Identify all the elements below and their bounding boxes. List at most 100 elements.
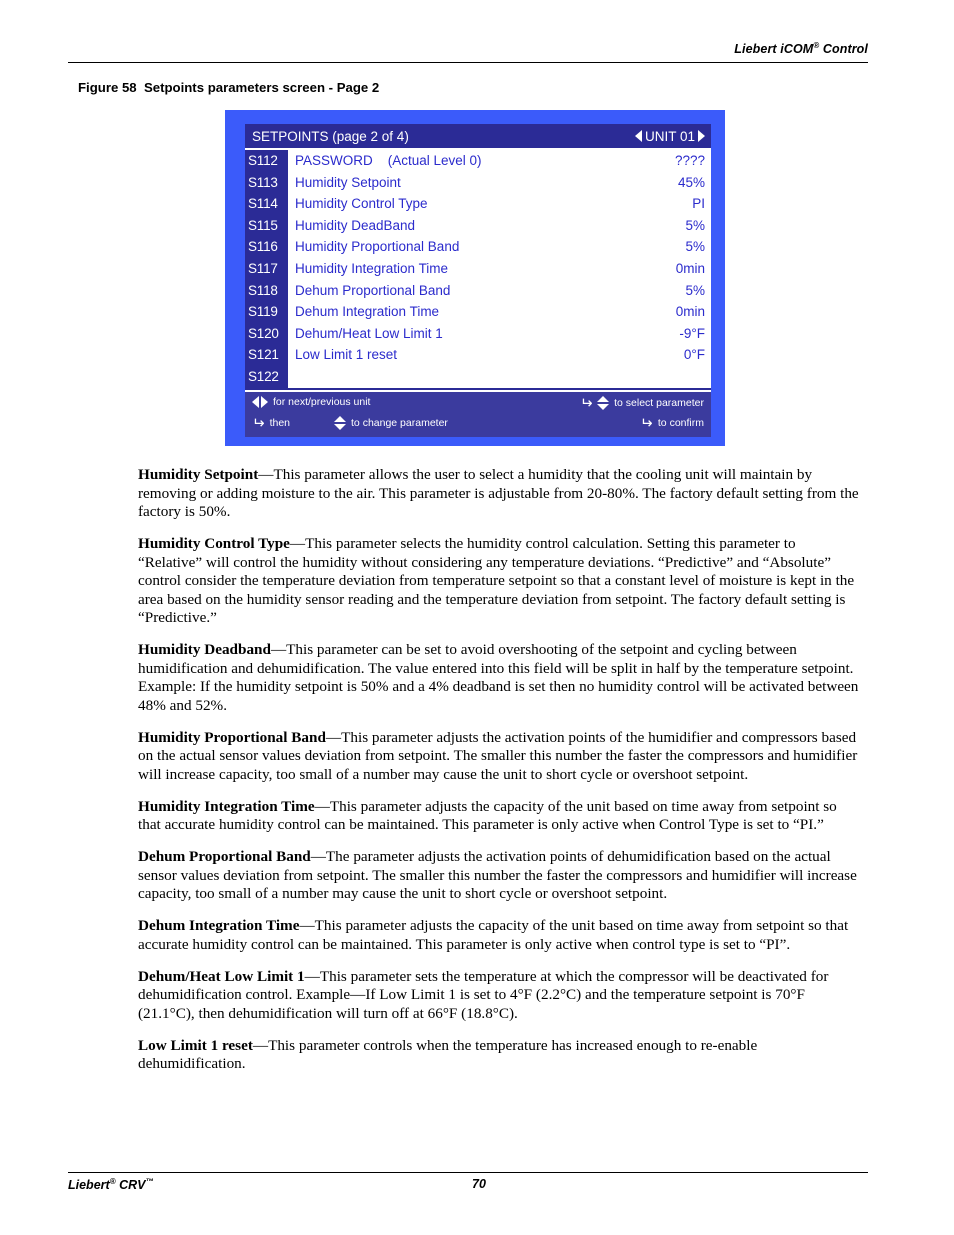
parameter-description: Dehum Proportional Band—The parameter ad… xyxy=(138,848,863,904)
parameter-code: S120 xyxy=(245,322,288,345)
parameter-label: Low Limit 1 reset xyxy=(295,347,398,363)
hint-next-previous-unit: for next/previous unit xyxy=(252,395,371,408)
parameter-row[interactable]: S115 Humidity DeadBand 5% xyxy=(245,214,711,237)
parameter-row[interactable]: S118 Dehum Proportional Band 5% xyxy=(245,279,711,302)
parameter-value[interactable]: ???? xyxy=(675,150,705,172)
enter-key-icon: ↵ xyxy=(579,394,593,412)
parameter-value[interactable]: PI xyxy=(692,193,705,215)
parameter-body: Humidity Proportional Band 5% xyxy=(288,236,711,258)
parameter-body: Dehum Integration Time 0min xyxy=(288,301,711,323)
parameter-row[interactable]: S120 Dehum/Heat Low Limit 1 -9°F xyxy=(245,322,711,345)
display-title-bar: SETPOINTS (page 2 of 4) UNIT 01 xyxy=(245,124,711,150)
enter-key-icon: ↵ xyxy=(640,414,653,432)
parameter-value[interactable]: 45% xyxy=(678,172,705,194)
parameter-label: Dehum Proportional Band xyxy=(295,282,451,298)
parameter-term: Dehum Integration Time xyxy=(138,917,300,934)
parameter-value[interactable]: 5% xyxy=(685,215,705,237)
parameter-label: Humidity DeadBand xyxy=(295,217,416,233)
unit-label: UNIT 01 xyxy=(644,128,695,144)
parameter-label: Dehum Integration Time xyxy=(295,304,440,320)
trademark-mark-icon: ™ xyxy=(145,1177,154,1186)
parameter-body: Humidity Control Type PI xyxy=(288,193,711,215)
parameter-code: S117 xyxy=(245,257,288,280)
parameter-value[interactable]: -9°F xyxy=(679,323,705,345)
parameter-body: PASSWORD (Actual Level 0)???? xyxy=(288,150,711,172)
parameter-code: S115 xyxy=(245,214,288,237)
parameter-term: Humidity Deadband xyxy=(138,641,271,658)
hint-change-parameter-text: to change parameter xyxy=(351,417,448,430)
parameter-row[interactable]: S113 Humidity Setpoint 45% xyxy=(245,171,711,194)
page-footer: Liebert® CRV™ 70 xyxy=(68,1177,868,1197)
parameter-description: Humidity Setpoint—This parameter allows … xyxy=(138,466,863,522)
parameter-body: Low Limit 1 reset 0°F xyxy=(288,344,711,366)
parameter-code: S113 xyxy=(245,171,288,194)
parameter-term: Humidity Proportional Band xyxy=(138,728,326,746)
parameter-description: Humidity Integration Time—This parameter… xyxy=(138,798,863,835)
left-right-arrows-icon xyxy=(252,395,268,408)
hint-confirm: ↵ to confirm xyxy=(640,414,704,432)
hint-confirm-text: to confirm xyxy=(657,417,704,430)
parameter-description: Humidity Control Type—This parameter sel… xyxy=(138,535,863,628)
parameter-row[interactable]: S116 Humidity Proportional Band 5% xyxy=(245,236,711,258)
parameter-code: S116 xyxy=(245,236,288,258)
product-name-main: Liebert xyxy=(68,1178,110,1193)
parameter-term: Humidity Integration Time xyxy=(138,797,315,815)
parameter-value[interactable]: 0°F xyxy=(684,344,705,366)
parameter-label: Humidity Control Type xyxy=(295,196,428,212)
parameter-description: Dehum/Heat Low Limit 1—This parameter se… xyxy=(138,968,863,1024)
hint-then-text: then xyxy=(269,417,291,430)
icom-display-screen: SETPOINTS (page 2 of 4) UNIT 01 S112 PASS… xyxy=(245,124,711,437)
parameter-row[interactable]: S122 xyxy=(245,365,711,388)
parameter-description: Low Limit 1 reset—This parameter control… xyxy=(138,1037,863,1074)
up-down-arrows-icon xyxy=(334,416,347,431)
product-name: Liebert® CRV™ xyxy=(68,1177,153,1192)
parameter-body: Humidity Setpoint 45% xyxy=(288,171,711,194)
parameter-code: S112 xyxy=(245,150,288,172)
parameter-code: S119 xyxy=(245,301,288,323)
parameter-row[interactable]: S114 Humidity Control Type PI xyxy=(245,193,711,215)
parameter-label: Dehum/Heat Low Limit 1 xyxy=(295,325,443,341)
parameter-code: S122 xyxy=(245,365,288,388)
running-header-text: Liebert iCOM® Control xyxy=(734,41,868,56)
running-header-tail: Control xyxy=(819,42,868,56)
triangle-right-icon[interactable] xyxy=(698,130,705,142)
parameter-description: Humidity Deadband—This parameter can be … xyxy=(138,641,863,715)
display-title: SETPOINTS (page 2 of 4) xyxy=(252,128,409,144)
parameter-description: Dehum Integration Time—This parameter ad… xyxy=(138,917,863,954)
hint-select-parameter: ↵ to select parameter xyxy=(579,394,704,412)
hint-select-parameter-text: to select parameter xyxy=(614,397,704,410)
page-number: 70 xyxy=(472,1177,486,1191)
parameter-term: Dehum Proportional Band xyxy=(138,848,311,865)
parameter-body: Dehum/Heat Low Limit 1 -9°F xyxy=(288,322,711,345)
running-header: Liebert iCOM® Control xyxy=(68,40,868,58)
parameter-value[interactable]: 5% xyxy=(685,280,705,302)
parameter-label: Humidity Integration Time xyxy=(295,260,449,276)
parameter-body: Dehum Proportional Band 5% xyxy=(288,279,711,302)
header-divider xyxy=(68,62,868,64)
parameter-value[interactable]: 5% xyxy=(685,236,705,258)
parameter-description: Humidity Proportional Band—This paramete… xyxy=(138,729,863,785)
parameter-value[interactable]: 0min xyxy=(676,258,705,280)
parameter-value[interactable]: 0min xyxy=(676,301,705,323)
parameter-label: Humidity Proportional Band xyxy=(295,239,460,255)
parameter-label: PASSWORD (Actual Level 0) xyxy=(295,153,482,168)
parameter-row[interactable]: S112 PASSWORD (Actual Level 0)???? xyxy=(245,150,711,172)
body-copy: Humidity Setpoint—This parameter allows … xyxy=(138,466,863,1087)
parameter-label: Humidity Setpoint xyxy=(295,174,401,190)
unit-navigator[interactable]: UNIT 01 xyxy=(634,128,705,144)
parameter-term: Dehum/Heat Low Limit 1 xyxy=(138,967,305,985)
product-name-mid: CRV xyxy=(115,1178,146,1193)
parameter-row[interactable]: S121 Low Limit 1 reset 0°F xyxy=(245,344,711,366)
hint-next-previous-unit-text: for next/previous unit xyxy=(273,395,371,408)
footer-divider xyxy=(68,1172,868,1174)
display-hint-bar: for next/previous unit ↵ then to change … xyxy=(245,389,711,437)
parameter-body: Humidity DeadBand 5% xyxy=(288,214,711,237)
parameter-code: S121 xyxy=(245,344,288,366)
parameter-row[interactable]: S117 Humidity Integration Time 0min xyxy=(245,257,711,280)
parameter-term: Humidity Control Type xyxy=(138,535,290,552)
triangle-left-icon[interactable] xyxy=(634,130,642,142)
parameter-body: Humidity Integration Time 0min xyxy=(288,257,711,280)
parameter-row[interactable]: S119 Dehum Integration Time 0min xyxy=(245,301,711,323)
parameter-code: S114 xyxy=(245,193,288,215)
icom-display-panel: SETPOINTS (page 2 of 4) UNIT 01 S112 PASS… xyxy=(225,110,725,446)
